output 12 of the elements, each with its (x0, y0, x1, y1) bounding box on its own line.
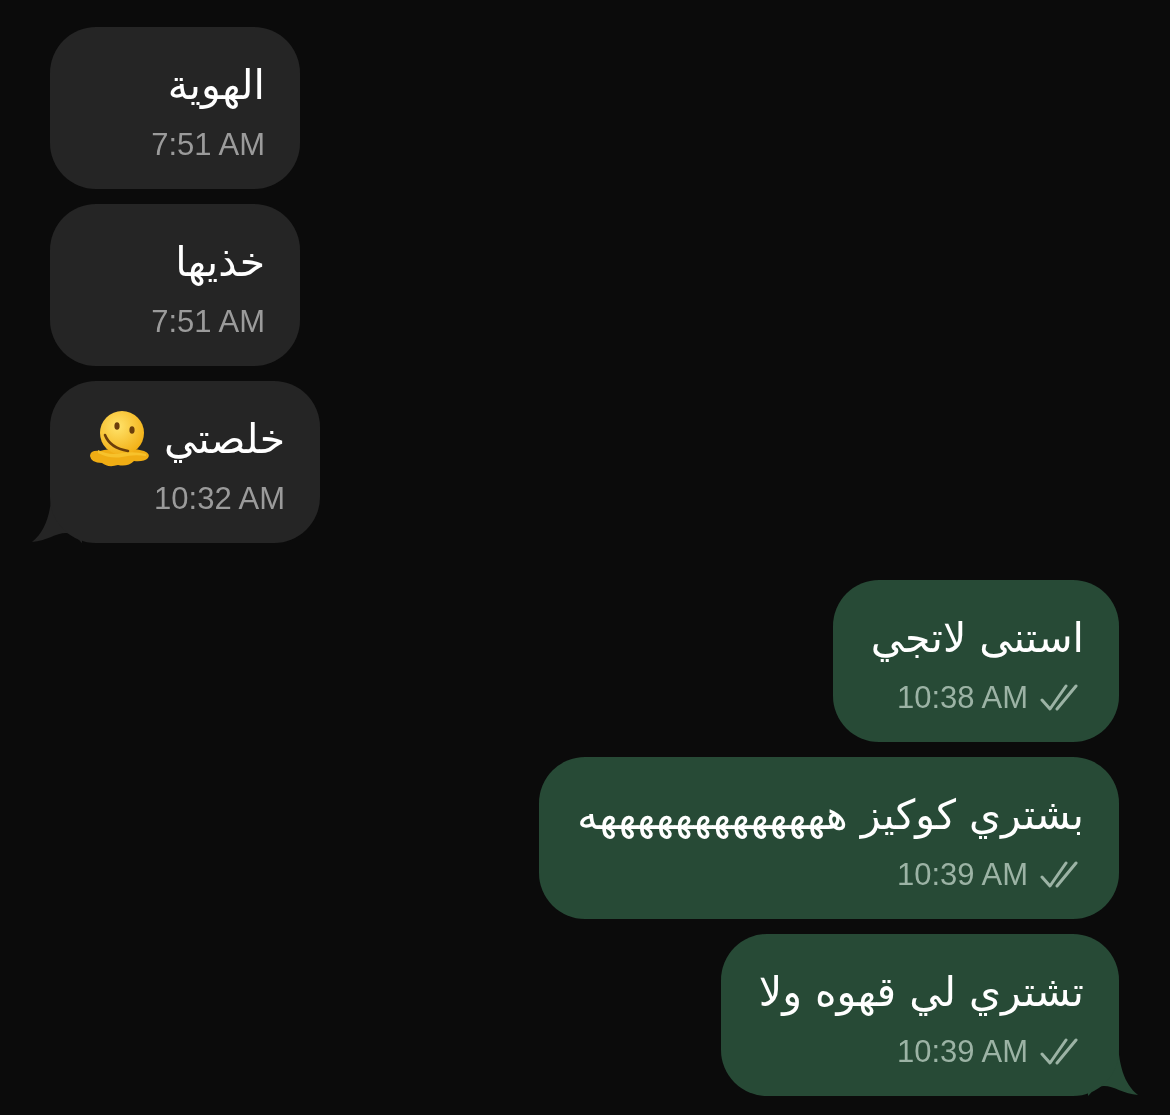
message-time: 7:51 AM (151, 303, 265, 341)
message-text: خلصتي (164, 414, 286, 465)
message-time: 7:51 AM (151, 126, 265, 164)
message-time: 10:39 AM (897, 856, 1028, 894)
message-time: 10:32 AM (154, 480, 286, 518)
message-text: بشتري كوكيز هههههههههههههه (577, 790, 1084, 841)
message-text: تشتري لي قهوه ولا (758, 967, 1084, 1018)
message-text: الهوية (167, 60, 265, 111)
message-text: استنى لاتجي (870, 613, 1084, 664)
message-time: 10:39 AM (897, 1033, 1028, 1071)
message-text: خذيها (175, 237, 265, 288)
message-time: 10:38 AM (897, 679, 1028, 717)
